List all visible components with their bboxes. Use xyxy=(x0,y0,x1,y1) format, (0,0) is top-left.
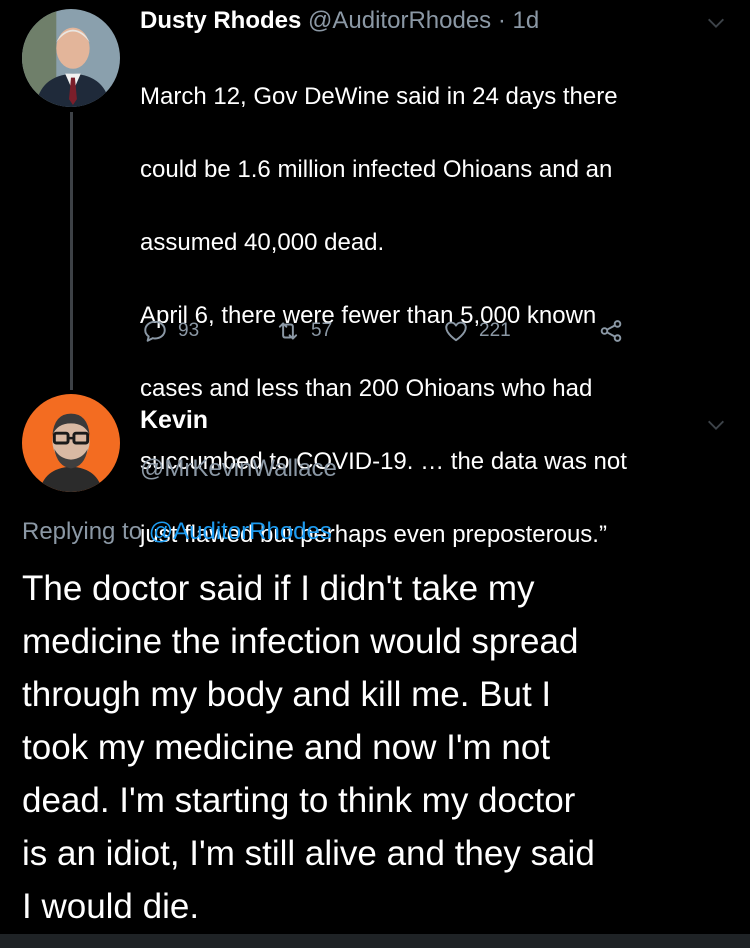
reply-text-line: through my body and kill me. But I xyxy=(22,675,552,714)
reply-text-line: The doctor said if I didn't take my xyxy=(22,569,535,608)
avatar-kevin[interactable] xyxy=(22,394,120,492)
share-button[interactable] xyxy=(598,318,624,344)
reply-text-line: medicine the infection would spread xyxy=(22,622,579,661)
retweet-icon xyxy=(278,322,298,340)
reply-author-handle[interactable]: @MrKevinWallace xyxy=(140,454,337,484)
like-count: 221 xyxy=(479,320,511,341)
like-icon xyxy=(445,321,467,342)
tweet-timestamp[interactable]: 1d xyxy=(513,7,540,34)
replying-to-line: Replying to @AuditorRhodes xyxy=(22,516,332,548)
retweet-button[interactable]: 57 xyxy=(275,318,332,344)
thread-connector-line xyxy=(70,112,73,390)
reply-button[interactable]: 93 xyxy=(142,318,199,344)
avatar-dusty-rhodes-image xyxy=(22,9,120,107)
replying-to-link[interactable]: @AuditorRhodes xyxy=(149,518,332,545)
author-handle[interactable]: @AuditorRhodes xyxy=(308,7,491,34)
like-button[interactable]: 221 xyxy=(443,318,511,344)
parent-tweet-header: Dusty Rhodes @AuditorRhodes · 1d xyxy=(140,6,539,36)
reply-text-line: I would die. xyxy=(22,887,200,926)
avatar-dusty-rhodes[interactable] xyxy=(22,9,120,107)
reply-text-line: dead. I'm starting to think my doctor xyxy=(22,781,576,820)
tweet-text-line: could be 1.6 million infected Ohioans an… xyxy=(140,155,613,183)
tweet-actions: 93 57 221 xyxy=(140,318,660,352)
avatar-kevin-image xyxy=(22,394,120,492)
tweet-text-line: assumed 40,000 dead. xyxy=(140,228,385,256)
reply-count: 93 xyxy=(178,320,200,341)
chevron-down-icon[interactable] xyxy=(705,414,727,436)
reply-icon xyxy=(144,320,166,342)
parent-tweet-text: March 12, Gov DeWine said in 24 days the… xyxy=(140,42,740,590)
reply-author-name[interactable]: Kevin xyxy=(140,404,208,436)
bottom-bar xyxy=(0,934,750,948)
tweet-text-line: cases and less than 200 Ohioans who had xyxy=(140,374,593,402)
author-name[interactable]: Dusty Rhodes xyxy=(140,7,301,34)
reply-text-line: took my medicine and now I'm not xyxy=(22,728,551,767)
header-separator: · xyxy=(497,7,506,34)
share-icon xyxy=(600,320,622,342)
chevron-down-icon[interactable] xyxy=(705,12,727,34)
reply-tweet-text: The doctor said if I didn't take my medi… xyxy=(22,562,742,933)
reply-text-line: is an idiot, I'm still alive and they sa… xyxy=(22,834,595,873)
retweet-count: 57 xyxy=(311,320,333,341)
replying-to-prefix: Replying to xyxy=(22,518,143,545)
tweet-text-line: March 12, Gov DeWine said in 24 days the… xyxy=(140,82,618,110)
